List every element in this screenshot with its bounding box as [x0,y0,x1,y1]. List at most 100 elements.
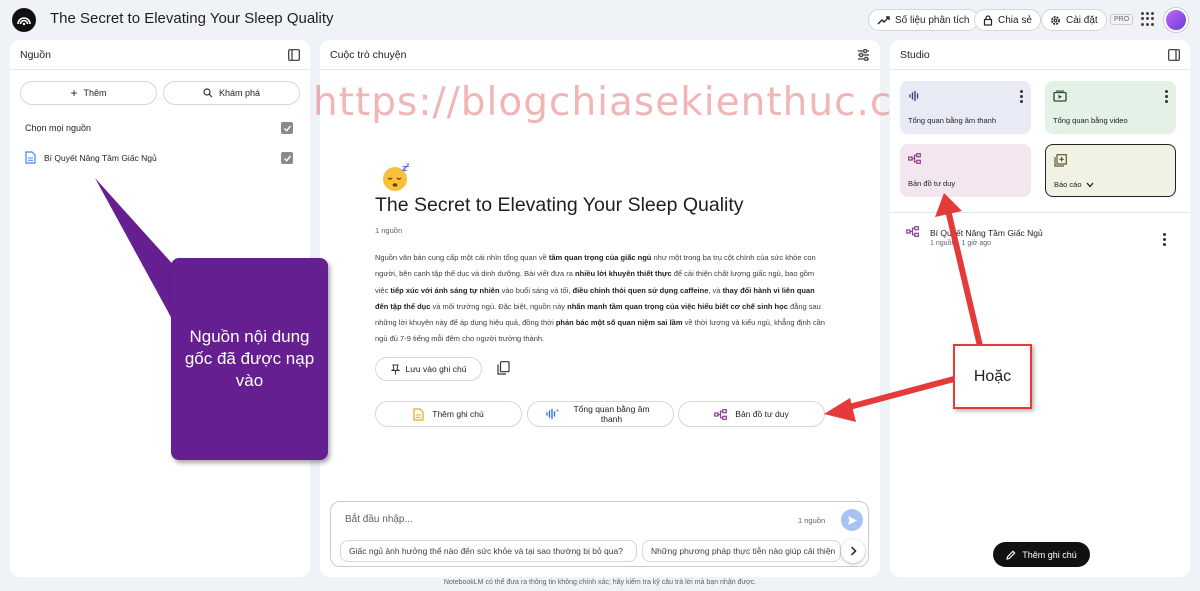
audio-overview-tile[interactable]: Tổng quan bằng âm thanh [900,81,1031,134]
mind-map-tile[interactable]: Bản đồ tư duy [900,144,1031,197]
chevron-down-icon[interactable] [1086,182,1094,188]
report-icon [1054,154,1067,167]
source-item-label: Bí Quyết Nâng Tầm Giấc Ngủ [44,152,157,163]
source-count: 1 nguồn [375,226,403,235]
studio-panel-header: Studio [890,40,1190,70]
save-to-note-label: Lưu vào ghi chú [405,364,467,374]
mind-map-action-button[interactable]: Bản đồ tư duy [678,401,825,427]
mind-map-action-label: Bản đồ tư duy [735,409,789,419]
chat-input-box[interactable]: Bắt đầu nhập... 1 nguồn Giấc ngủ ảnh hưở… [330,501,869,567]
studio-note-title[interactable]: Bí Quyết Nâng Tầm Giấc Ngủ [930,228,1043,238]
plus-icon: + [70,86,78,100]
trend-icon [877,16,890,25]
studio-note-subtitle: 1 nguồn · 1 giờ ago [930,240,992,247]
select-all-sources-label: Chọn mọi nguồn [25,123,92,133]
mind-map-icon [714,408,728,420]
video-icon [1053,90,1067,102]
audio-wave-icon: + [545,408,559,420]
notebook-heading: The Secret to Elevating Your Sleep Quali… [375,194,744,216]
tune-icon[interactable] [857,49,870,61]
analytics-label: Số liệu phân tích [895,14,970,26]
save-to-note-button[interactable]: Lưu vào ghi chú [375,357,482,381]
mind-map-icon [908,153,921,164]
chat-input-source-count: 1 nguồn [798,516,826,525]
summary-highlight: tầm quan trọng của giấc ngủ [548,253,652,262]
suggestion-chip[interactable]: Những phương pháp thực tiễn nào giúp cải… [642,540,841,562]
lock-icon [983,14,993,26]
apps-grid-icon[interactable] [1141,12,1155,26]
disclaimer-footer: NotebookLM có thể đưa ra thông tin không… [443,579,757,586]
mind-map-icon [906,226,919,237]
studio-panel-title: Studio [900,48,930,61]
source-item[interactable]: Bí Quyết Nâng Tầm Giấc Ngủ [25,151,157,164]
video-overview-tile[interactable]: Tổng quan bằng video [1045,81,1176,134]
note-icon [413,407,424,421]
share-label: Chia sẻ [998,14,1032,26]
report-tile-label: Báo cáo [1054,180,1094,189]
summary-text: , và [708,285,723,295]
discover-search-icon [203,88,213,98]
add-source-label: Thêm [83,88,107,98]
svg-text:+: + [555,408,559,414]
pin-icon [390,364,400,374]
summary-text: Nguồn văn bản cung cấp một cái nhìn tổng… [375,253,549,262]
add-note-action-button[interactable]: Thêm ghi chú [375,401,522,427]
summary-highlight: điều chỉnh thói quen sử dụng caffeine [572,285,709,295]
summary-text: và môi trường ngủ. Đặc biệt, nguồn này [430,301,568,311]
collapse-panel-icon[interactable] [1168,49,1180,61]
sources-panel-header: Nguồn [10,40,310,70]
or-callout: Hoặc [953,344,1032,409]
analytics-button[interactable]: Số liệu phân tích [868,9,979,31]
chat-panel-header: Cuộc trò chuyện [320,40,880,70]
settings-button[interactable]: Cài đặt [1041,9,1107,31]
notebook-title[interactable]: The Secret to Elevating Your Sleep Quali… [50,10,334,27]
suggestion-chip[interactable]: Giấc ngủ ảnh hưởng thế nào đến sức khỏe … [340,540,637,562]
share-button[interactable]: Chia sẻ [974,9,1041,31]
next-suggestions-button[interactable] [841,539,865,563]
chat-input-placeholder[interactable]: Bắt đầu nhập... [345,514,413,525]
top-bar: The Secret to Elevating Your Sleep Quali… [0,0,1200,40]
add-note-action-label: Thêm ghi chú [432,409,484,419]
summary-highlight: phản bác một số quan niệm sai lầm [555,318,683,328]
avatar[interactable] [1164,8,1188,32]
notebooklm-logo-icon[interactable] [12,8,36,32]
pro-badge: PRO [1110,14,1134,25]
collapse-panel-icon[interactable] [288,49,300,61]
sleeping-face-icon: z z [383,162,410,191]
summary-text: vào buổi sáng và tối, [499,285,573,295]
summary-highlight: nhiều lời khuyên thiết thực [575,269,672,279]
add-note-label: Thêm ghi chú [1022,549,1077,560]
copy-icon[interactable] [497,361,510,375]
summary-highlight: tiếp xúc với ánh sáng tự nhiên [390,285,500,295]
discover-button[interactable]: Khám phá [163,81,300,105]
source-callout: Nguồn nội dung gốc đã được nạp vào [171,258,328,460]
document-icon [25,151,36,164]
watermark-text: https://blogchiasekienthuc.com/ [313,80,971,125]
add-source-button[interactable]: + Thêm [20,81,157,105]
send-icon [847,515,857,525]
sources-panel-title: Nguồn [20,48,51,61]
divider [890,212,1190,213]
audio-wave-icon [909,90,919,102]
gear-icon [1051,15,1060,25]
chat-panel-title: Cuộc trò chuyện [330,48,407,61]
add-note-button[interactable]: Thêm ghi chú [993,542,1090,567]
discover-label: Khám phá [218,88,261,98]
more-vert-icon[interactable] [1020,90,1023,103]
report-tile[interactable]: Báo cáo [1045,144,1176,197]
svg-text:z: z [406,162,410,169]
more-vert-icon[interactable] [1163,233,1166,246]
report-label-text: Báo cáo [1054,180,1082,189]
source-item-checkbox[interactable] [281,152,293,164]
chevron-right-icon [850,546,857,556]
notebook-summary: Nguồn văn bản cung cấp một cái nhìn tổng… [375,250,825,348]
more-vert-icon[interactable] [1165,90,1168,103]
summary-highlight: nhấn mạnh tầm quan trọng của việc hiểu b… [567,301,788,311]
audio-overview-tile-label: Tổng quan bằng âm thanh [908,116,996,125]
video-overview-tile-label: Tổng quan bằng video [1053,116,1128,125]
settings-label: Cài đặt [1066,14,1098,26]
mind-map-tile-label: Bản đồ tư duy [908,179,956,188]
audio-overview-action-button[interactable]: + Tổng quan bằng âm thanh [527,401,674,427]
select-all-checkbox[interactable] [281,122,293,134]
send-button[interactable] [841,509,863,531]
